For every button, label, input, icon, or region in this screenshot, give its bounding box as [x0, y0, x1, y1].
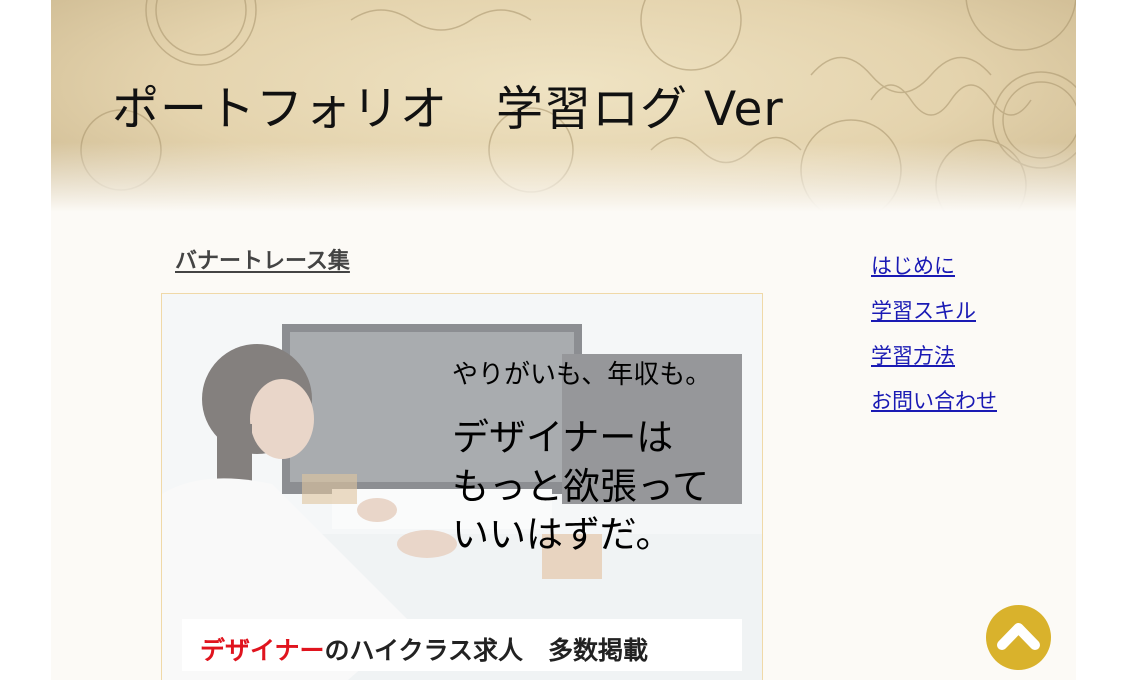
banner-caption: デザイナーのハイクラス求人 多数掲載 — [200, 631, 648, 667]
banner-caption-accent: デザイナー — [200, 636, 325, 665]
nav-link-intro[interactable]: はじめに — [871, 253, 997, 279]
sidebar-nav: はじめに 学習スキル 学習方法 お問い合わせ — [871, 253, 997, 433]
section-title: バナートレース集 — [175, 249, 350, 274]
banner-image: やりがいも、年収も。 デザイナーは もっと欲張って いいはずだ。 デザイナーのハ… — [161, 293, 763, 680]
site-header: ポートフォリオ 学習ログ Ver — [51, 0, 1076, 212]
chevron-up-icon — [997, 623, 1040, 650]
banner-headline-line-2: もっと欲張って — [452, 465, 710, 508]
nav-link-methods[interactable]: 学習方法 — [871, 343, 997, 369]
back-to-top-button[interactable] — [986, 605, 1051, 670]
page: ポートフォリオ 学習ログ Ver バナートレース集 やりがいも、年収も。 デザイ… — [51, 0, 1076, 680]
banner-headline-line-1: デザイナーは — [452, 416, 674, 459]
nav-link-contact[interactable]: お問い合わせ — [871, 388, 997, 414]
banner-headline-line-3: いいはずだ。 — [452, 513, 673, 556]
nav-link-skills[interactable]: 学習スキル — [871, 298, 997, 324]
site-title: ポートフォリオ 学習ログ Ver — [112, 82, 784, 137]
banner-caption-rest: のハイクラス求人 多数掲載 — [324, 636, 649, 665]
banner-tagline: やりがいも、年収も。 — [452, 360, 712, 390]
